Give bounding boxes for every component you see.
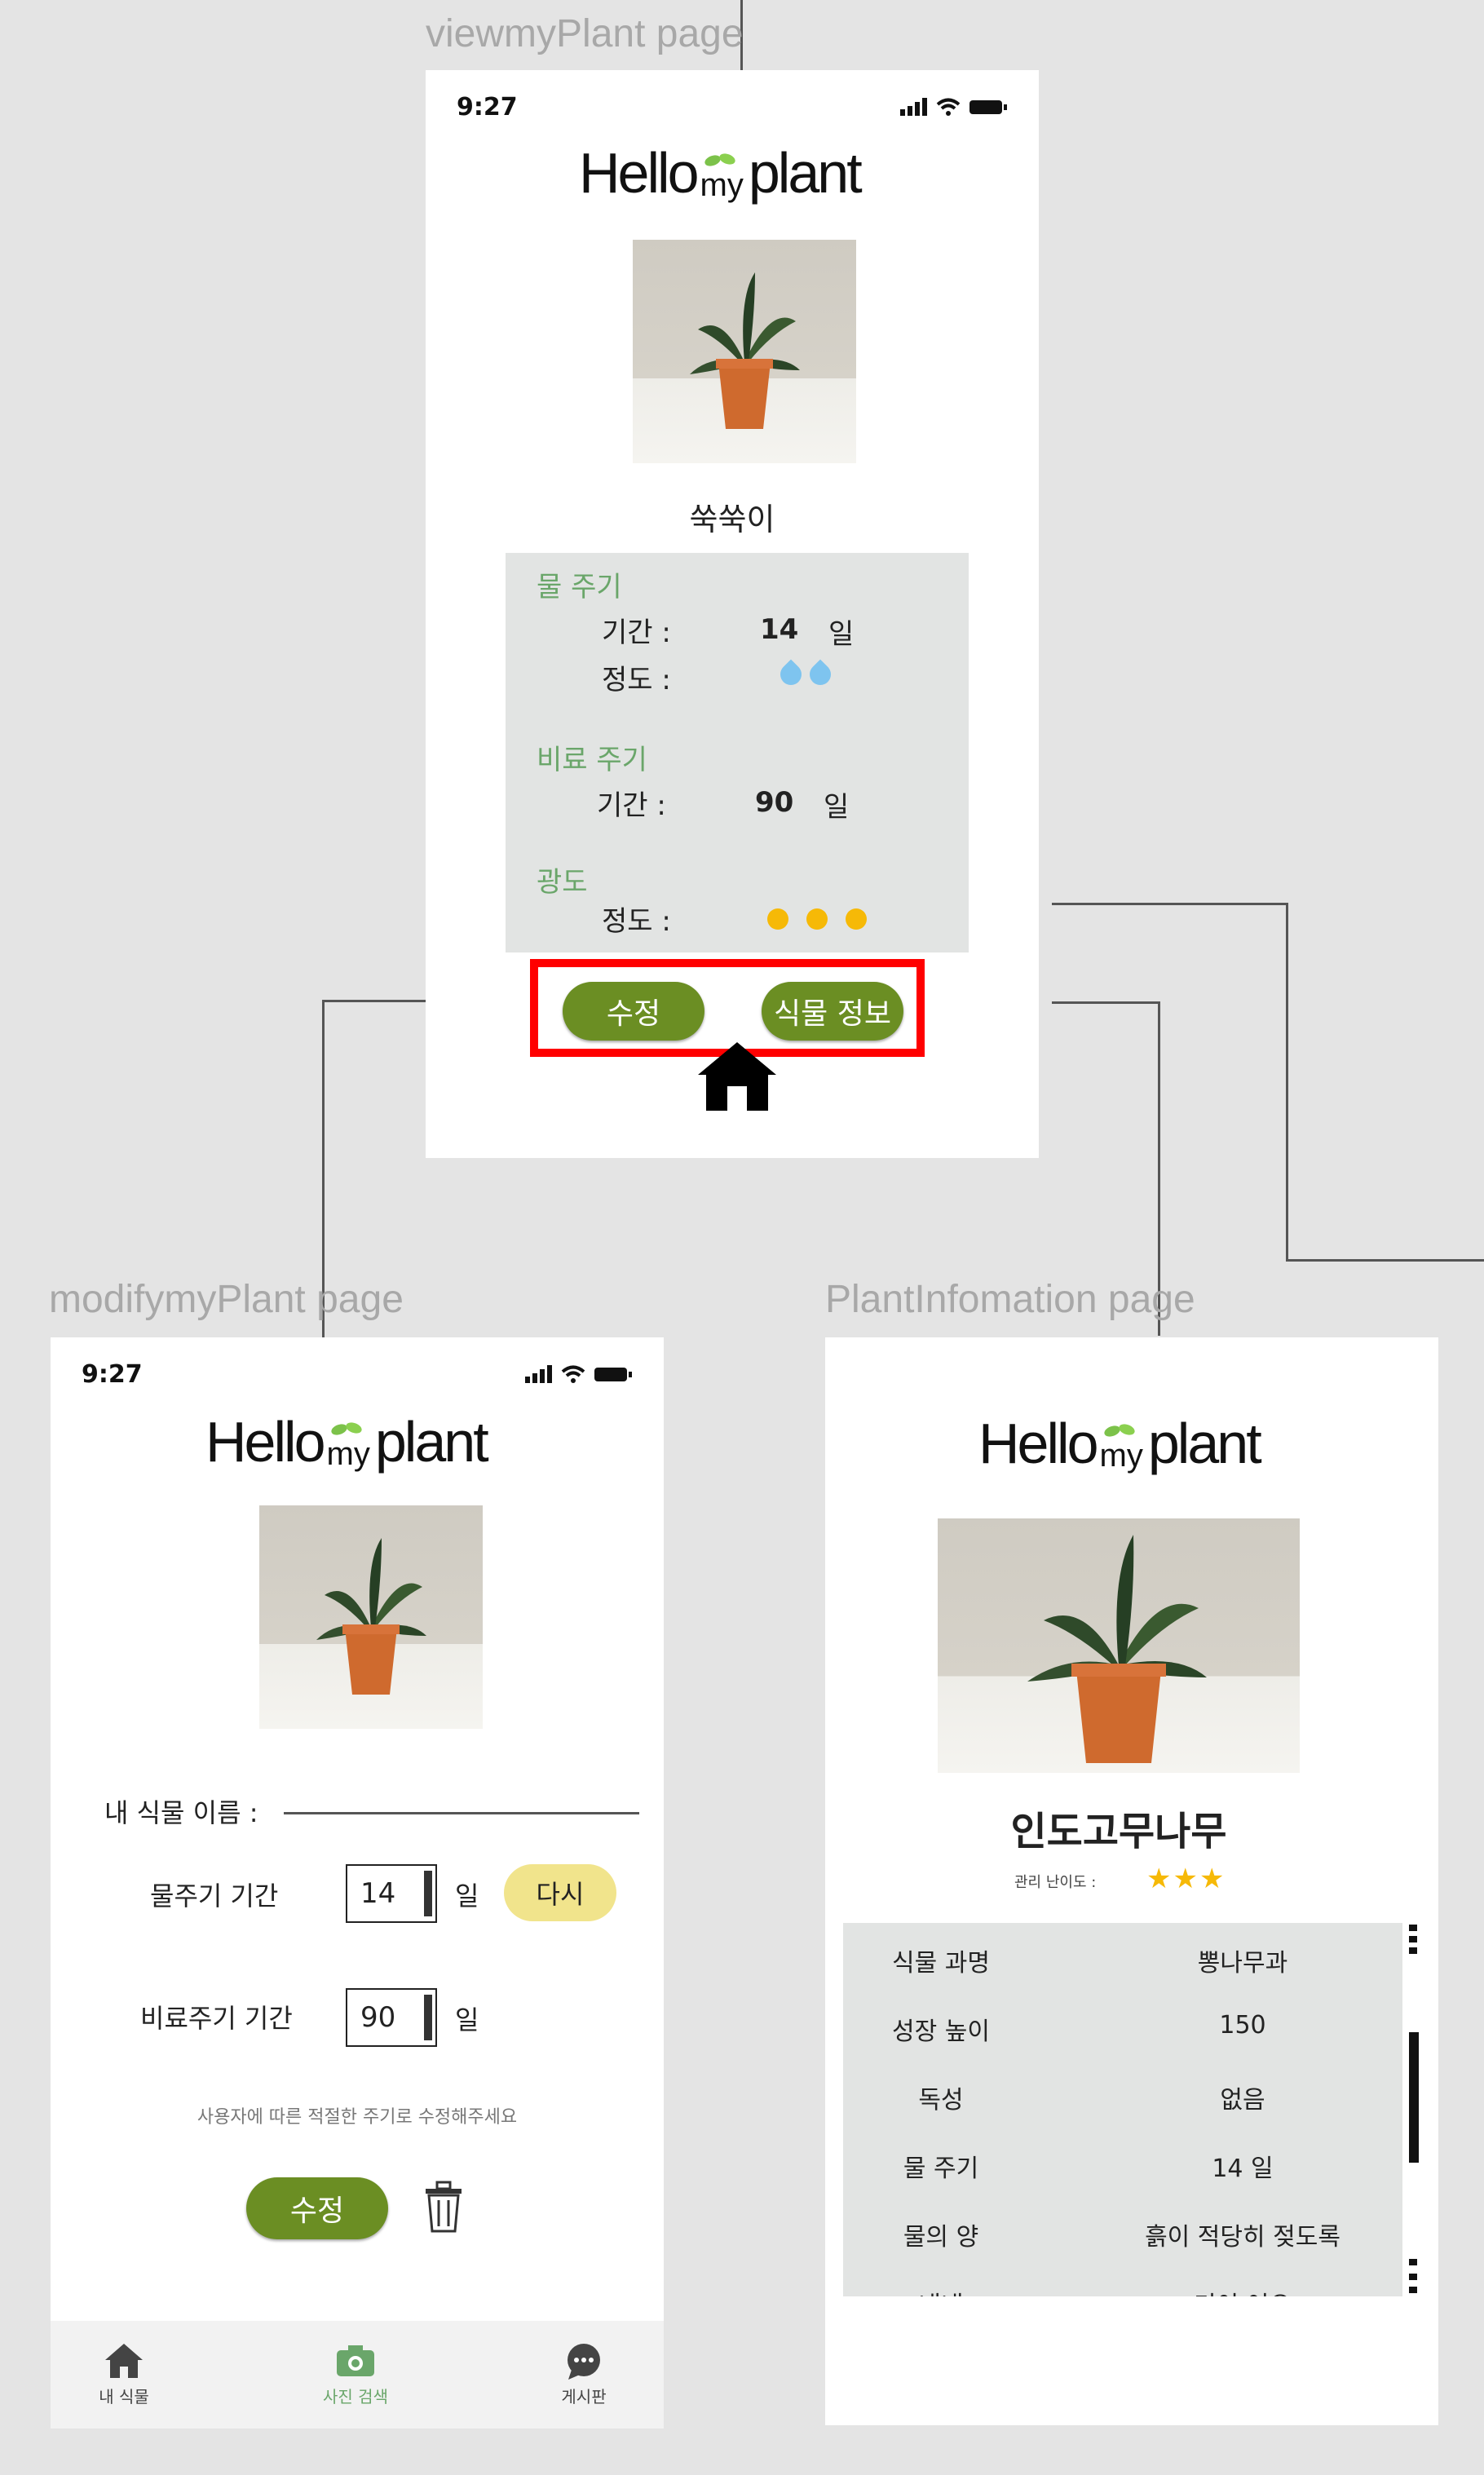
water-drop-icon — [775, 659, 806, 690]
table-row: 물 주기 14 일 — [903, 2155, 1274, 2183]
connector-line — [1052, 1001, 1158, 1004]
light-dot-icon — [806, 908, 828, 930]
fertilizer-period-label: 기간 : — [597, 789, 666, 822]
star-icon: ★ — [1146, 1863, 1173, 1895]
status-icons — [525, 1365, 633, 1383]
fertilizer-period-label: 비료주기 기간 — [140, 2003, 293, 2034]
leaf-icon — [330, 1422, 362, 1435]
water-period-value: 14 — [760, 613, 799, 646]
frame-label-modify: modifymyPlant page — [49, 1278, 404, 1321]
star-icon: ★ — [1199, 1863, 1226, 1895]
table-row: 식물 과명 뽕나무과 — [892, 1949, 1288, 1978]
connector-line — [322, 1000, 426, 1002]
status-time: 9:27 — [82, 1360, 143, 1389]
status-icons — [900, 98, 1008, 116]
battery-icon — [969, 100, 1007, 114]
plant-name-label: 내 식물 이름 : — [104, 1797, 258, 1828]
fertilizer-period-unit: 일 — [824, 791, 850, 824]
hint-text: 사용자에 따른 적절한 주기로 수정해주세요 — [197, 2107, 518, 2128]
connector-line — [1052, 903, 1288, 905]
tab-board[interactable]: 게시판 — [543, 2342, 625, 2407]
plant-image — [690, 272, 800, 429]
signal-icon — [525, 1365, 552, 1383]
water-amount-label: 정도 : — [602, 664, 671, 696]
water-unit: 일 — [455, 1881, 479, 1911]
status-time: 9:27 — [457, 93, 518, 122]
modify-plant-screen: 9:27 Hello my plant 내 식물 이름 : 물주기 기간 14 … — [51, 1337, 664, 2429]
connector-line — [1286, 1259, 1484, 1262]
frame-label-info: PlantInfomation page — [825, 1278, 1195, 1321]
water-period-label: 물주기 기간 — [150, 1881, 279, 1911]
light-dots — [758, 908, 876, 933]
app-logo: Hello my plant — [579, 141, 863, 205]
leaf-icon — [704, 153, 735, 166]
fertilizer-period-input[interactable]: 90 — [346, 1988, 437, 2047]
stepper-icon[interactable] — [424, 1871, 432, 1916]
camera-icon — [337, 2345, 374, 2376]
plant-photo — [938, 1518, 1300, 1773]
plant-info-screen: Hello my plant 인도고무나무 관리 난이도 : ★★★ 식물 과명… — [825, 1337, 1438, 2425]
view-plant-screen: 9:27 Hello my plant 쑥쑥이 물 주기 기간 : 14 일 정… — [426, 70, 1039, 1158]
home-icon — [105, 2344, 143, 2378]
table-row: 물의 양 흙이 적당히 젖도록 — [903, 2223, 1340, 2252]
wifi-icon — [561, 1365, 585, 1383]
battery-icon — [594, 1368, 632, 1381]
app-logo: Hello my plant — [978, 1412, 1262, 1475]
light-dot-icon — [767, 908, 788, 930]
stepper-icon[interactable] — [424, 1995, 432, 2040]
edit-button[interactable]: 수정 — [246, 2177, 388, 2239]
fertilizer-title: 비료 주기 — [537, 744, 647, 776]
light-title: 광도 — [537, 866, 588, 899]
water-period-unit: 일 — [828, 618, 855, 651]
light-amount-label: 정도 : — [602, 905, 671, 938]
chat-bubble-icon — [568, 2344, 600, 2380]
home-icon[interactable] — [696, 1041, 778, 1117]
scrollbar[interactable] — [1406, 1925, 1422, 2296]
tab-my-plant[interactable]: 내 식물 — [83, 2342, 165, 2407]
frame-label-view: viewmyPlant page — [426, 12, 744, 55]
star-icon: ★ — [1173, 1863, 1199, 1895]
water-period-label: 기간 : — [602, 617, 671, 649]
difficulty-label: 관리 난이도 : — [1014, 1874, 1097, 1891]
edit-button[interactable]: 수정 — [563, 982, 704, 1041]
table-row: 독성 없음 — [918, 2086, 1265, 2115]
fertilizer-period-value: 90 — [755, 786, 794, 819]
plant-name-input[interactable] — [284, 1812, 639, 1814]
care-info-box: 물 주기 기간 : 14 일 정도 : 비료 주기 기간 : 90 일 광도 정… — [506, 553, 969, 952]
tab-photo-search[interactable]: 사진 검색 — [307, 2342, 404, 2407]
water-drops — [775, 659, 836, 690]
difficulty-stars: ★★★ — [1146, 1863, 1226, 1895]
water-title: 물 주기 — [537, 571, 622, 603]
leaf-icon — [1103, 1424, 1135, 1437]
plant-photo — [259, 1505, 483, 1729]
plant-image — [316, 1538, 426, 1695]
water-period-input[interactable]: 14 — [346, 1864, 437, 1923]
plant-info-table: 식물 과명 뽕나무과 성장 높이 150 독성 없음 물 주기 14 일 물의 양 흙이 … — [843, 1923, 1402, 2296]
plant-photo — [633, 240, 856, 463]
reset-button[interactable]: 다시 — [504, 1864, 616, 1921]
water-drop-icon — [805, 659, 836, 690]
table-row: 성장 높이 150 — [892, 2011, 1266, 2046]
wifi-icon — [936, 98, 961, 116]
plant-image — [1027, 1535, 1207, 1763]
light-dot-icon — [846, 908, 867, 930]
table-row: 내내기이 어으 — [843, 2265, 1402, 2296]
trash-icon[interactable] — [421, 2181, 466, 2238]
scrollbar-thumb[interactable] — [1409, 2032, 1419, 2163]
fertilizer-unit: 일 — [455, 2004, 479, 2035]
plant-species-title: 인도고무나무 — [1010, 1809, 1227, 1854]
bottom-tab-bar: 내 식물 사진 검색 게시판 — [51, 2321, 664, 2429]
signal-icon — [900, 98, 927, 116]
connector-line — [1286, 903, 1288, 1262]
app-logo: Hello my plant — [205, 1410, 489, 1474]
plant-nickname: 쑥쑥이 — [689, 502, 775, 537]
plant-info-button[interactable]: 식물 정보 — [762, 982, 903, 1041]
